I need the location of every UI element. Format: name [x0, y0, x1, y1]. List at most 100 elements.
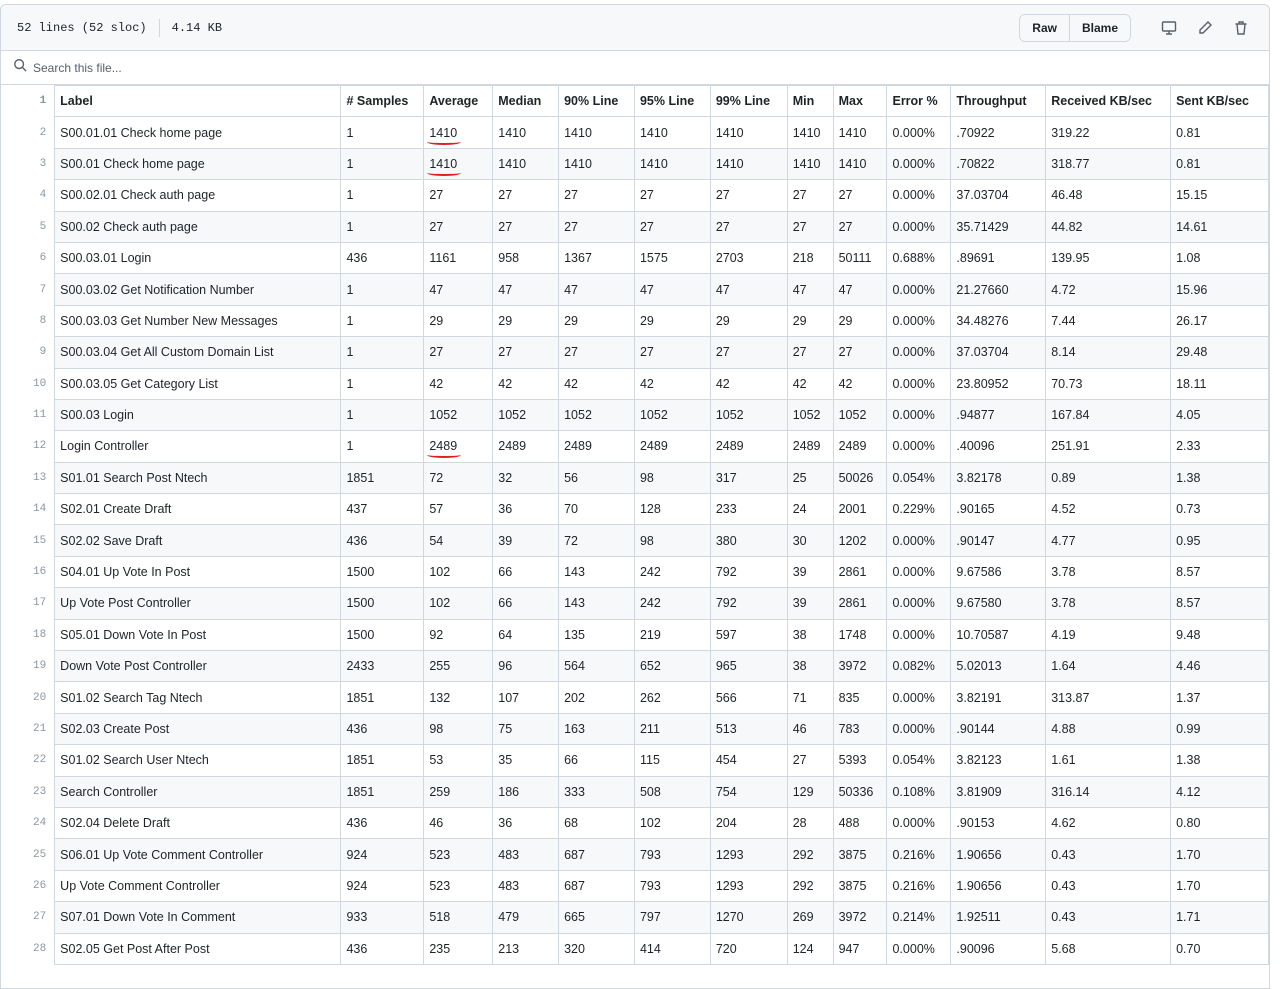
table-cell: Down Vote Post Controller: [54, 650, 342, 683]
table-cell: 436: [340, 712, 425, 746]
table-cell: 27: [423, 210, 494, 243]
table-cell: 436: [340, 932, 425, 965]
table-cell: 436: [340, 241, 425, 275]
line-number[interactable]: 12: [1, 430, 55, 463]
line-number[interactable]: 10: [1, 368, 55, 400]
line-number[interactable]: 26: [1, 870, 55, 902]
table-cell: Search Controller: [54, 775, 342, 808]
table-cell: 792: [709, 587, 788, 620]
file-actions: Raw Blame: [1019, 13, 1253, 42]
table-row: 11 S00.03 Login 1 1052 1052 1052 1052 1052 1052 1…: [1, 398, 1269, 432]
line-number[interactable]: 15: [1, 524, 55, 557]
line-number[interactable]: 3: [1, 148, 55, 180]
table-cell: 479: [492, 901, 560, 934]
line-number[interactable]: 1: [1, 85, 55, 117]
table-cell: 23.80952: [950, 367, 1047, 400]
desktop-icon[interactable]: [1157, 16, 1181, 40]
table-cell: 96: [492, 650, 560, 683]
table-cell: 3875: [832, 869, 888, 903]
blame-button[interactable]: Blame: [1068, 14, 1130, 41]
table-cell: 1500: [340, 618, 425, 652]
table-cell: 66: [492, 587, 560, 620]
table-cell: S00.03 Login: [54, 398, 342, 432]
line-number[interactable]: 18: [1, 619, 55, 651]
table-cell: 0.000%: [886, 179, 952, 212]
table-row: 25 S06.01 Up Vote Comment Controller 924 52…: [1, 838, 1269, 871]
raw-button[interactable]: Raw: [1020, 14, 1069, 41]
line-number[interactable]: 27: [1, 901, 55, 934]
line-number[interactable]: 24: [1, 807, 55, 839]
line-number[interactable]: 23: [1, 776, 55, 808]
table-cell: S06.01 Up Vote Comment Controller: [54, 838, 342, 871]
table-cell: 70: [558, 493, 635, 526]
table-cell: 1500: [340, 555, 425, 589]
table-cell: 0.000%: [886, 618, 952, 652]
table-row: 24 S02.04 Delete Draft 436 46 36 68 102 204 28 48…: [1, 806, 1269, 840]
table-cell: 1410: [558, 147, 635, 181]
table-cell: 483: [492, 838, 560, 871]
line-number[interactable]: 16: [1, 556, 55, 588]
table-cell: 1: [340, 179, 425, 212]
line-number[interactable]: 19: [1, 650, 55, 682]
line-number[interactable]: 28: [1, 933, 55, 965]
line-number[interactable]: 5: [1, 211, 55, 243]
table-cell: 1.92511: [950, 901, 1047, 934]
table-cell: 4.12: [1170, 775, 1269, 808]
table-cell: 1748: [832, 618, 888, 652]
highlight-underline: 1410: [427, 125, 461, 145]
table-row: 17 Up Vote Post Controller 1500 102 66 143 242…: [1, 587, 1269, 620]
pencil-icon[interactable]: [1193, 16, 1217, 40]
table-cell: 255: [423, 650, 494, 683]
line-number[interactable]: 25: [1, 838, 55, 871]
table-row: 21 S02.03 Create Post 436 98 75 163 211 513 46 78…: [1, 712, 1269, 746]
column-header: Min: [786, 84, 834, 118]
table-cell: 27: [709, 336, 788, 369]
table-cell: 1: [340, 430, 425, 463]
table-cell: 1: [340, 210, 425, 243]
line-number[interactable]: 21: [1, 713, 55, 745]
line-number[interactable]: 13: [1, 462, 55, 494]
trash-icon[interactable]: [1229, 16, 1253, 40]
line-number[interactable]: 2: [1, 116, 55, 149]
table-cell: S02.03 Create Post: [54, 712, 342, 746]
table-cell: 42: [832, 367, 888, 400]
line-number[interactable]: 22: [1, 744, 55, 777]
table-cell: .90147: [950, 524, 1047, 557]
table-cell: 3.82123: [950, 744, 1047, 777]
table-cell: 2489: [558, 430, 635, 463]
line-number[interactable]: 6: [1, 242, 55, 274]
table-cell: 29: [423, 304, 494, 338]
line-number[interactable]: 8: [1, 305, 55, 337]
table-cell: 292: [786, 838, 834, 871]
table-cell: S01.01 Search Post Ntech: [54, 461, 342, 495]
table-cell: 0.70: [1170, 932, 1269, 965]
line-number[interactable]: 11: [1, 399, 55, 431]
line-number[interactable]: 9: [1, 336, 55, 369]
table-cell: 39: [786, 587, 834, 620]
line-number[interactable]: 20: [1, 681, 55, 714]
column-header: Throughput: [950, 84, 1047, 118]
line-number[interactable]: 14: [1, 493, 55, 525]
table-cell: 3.82191: [950, 681, 1047, 714]
table-cell: 292: [786, 869, 834, 903]
table-cell: 597: [709, 618, 788, 652]
table-cell: 2489: [709, 430, 788, 463]
table-cell: 8.57: [1170, 555, 1269, 589]
table-cell: 835: [832, 681, 888, 714]
line-number[interactable]: 4: [1, 179, 55, 212]
table-cell: 163: [558, 712, 635, 746]
line-number[interactable]: 7: [1, 273, 55, 306]
table-cell: 0.81: [1170, 147, 1269, 181]
table-cell: 513: [709, 712, 788, 746]
table-cell: 72: [558, 524, 635, 557]
table-cell: .89691: [950, 241, 1047, 275]
search-input[interactable]: [31, 59, 435, 76]
table-cell: 1: [340, 116, 425, 149]
table-cell: 564: [558, 650, 635, 683]
table-cell: 933: [340, 901, 425, 934]
table-cell: 15.96: [1170, 273, 1269, 306]
table-cell: 64: [492, 618, 560, 652]
line-number[interactable]: 17: [1, 587, 55, 620]
table-cell: 235: [423, 932, 494, 965]
table-row: 23 Search Controller 1851 259 186 333 508 754 12…: [1, 775, 1269, 808]
